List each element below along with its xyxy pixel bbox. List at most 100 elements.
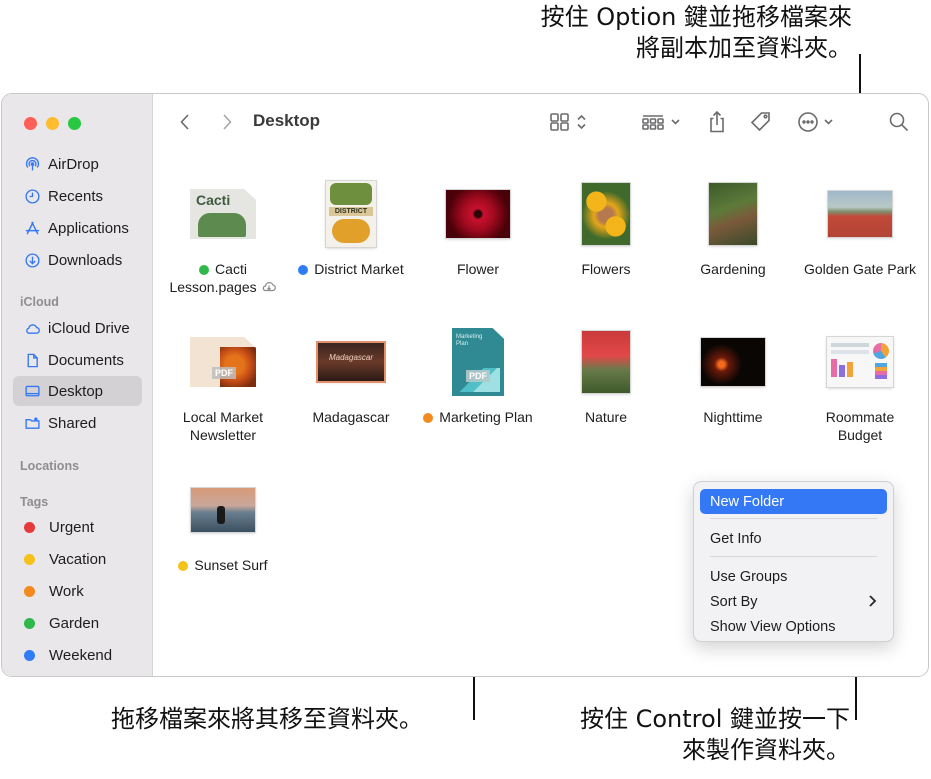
sidebar-section-icloud: iCloud — [20, 295, 59, 309]
file-label: Flowers — [581, 261, 631, 277]
poster-thumbnail: DISTRICT — [326, 181, 376, 247]
share-button[interactable] — [705, 109, 729, 135]
tag-color-dot — [24, 617, 35, 629]
file-thumbnail: Madagascar — [286, 322, 416, 402]
pdf-thumbnail: Marketing Plan PDF — [452, 328, 504, 396]
toolbar: Desktop — [153, 94, 928, 150]
cloud-icon — [22, 319, 42, 337]
callout-drag-move: 拖移檔案來將其移至資料夾。 — [111, 705, 423, 733]
file-label: District Market — [280, 260, 422, 278]
file-label: Roommate Budget — [825, 409, 895, 443]
sidebar-item-label: Vacation — [49, 550, 107, 568]
shared-folder-icon — [22, 414, 42, 432]
more-actions-button[interactable] — [796, 109, 838, 135]
file-thumbnail: Marketing Plan PDF — [413, 322, 543, 402]
sidebar-item-downloads[interactable]: Downloads — [13, 245, 142, 275]
sidebar-item-label: Work — [49, 582, 84, 600]
file-thumbnail: DISTRICT — [286, 174, 416, 254]
tag-icon — [750, 112, 770, 132]
icon-view-grid-icon — [550, 113, 586, 131]
menu-item-use-groups[interactable]: Use Groups — [700, 564, 887, 589]
photo-thumbnail — [828, 191, 892, 237]
forward-button[interactable] — [215, 109, 239, 135]
sidebar-item-icloud-drive[interactable]: iCloud Drive — [13, 313, 142, 343]
back-button[interactable] — [173, 109, 197, 135]
tag-color-dot — [24, 649, 35, 661]
sidebar-item-label: Applications — [48, 219, 129, 237]
callout-control-click: 按住 Control 鍵並按一下 來製作資料夾。 — [579, 705, 850, 764]
chevron-right-icon — [223, 114, 232, 130]
file-label: Cacti Lesson.pages — [152, 260, 294, 296]
zoom-window-button[interactable] — [68, 117, 81, 130]
sidebar-item-desktop[interactable]: Desktop — [13, 376, 142, 406]
callout-option-drag: 按住 Option 鍵並拖移檔案來 將副本加至資料夾。 — [540, 3, 852, 62]
sidebar-section-locations: Locations — [20, 459, 80, 473]
menu-item-get-info[interactable]: Get Info — [700, 526, 887, 551]
tag-color-dot — [24, 553, 35, 565]
view-mode-button[interactable] — [548, 109, 590, 135]
photo-thumbnail — [709, 183, 757, 245]
group-grid-icon — [642, 115, 680, 130]
photo-thumbnail — [191, 488, 255, 532]
sidebar-item-documents[interactable]: Documents — [13, 345, 142, 375]
menu-item-sort-by[interactable]: Sort By — [700, 589, 887, 614]
spreadsheet-thumbnail — [827, 337, 893, 387]
sidebar-item-applications[interactable]: Applications — [13, 213, 142, 243]
file-label: Marketing Plan — [407, 408, 549, 426]
chevron-right-icon — [869, 595, 877, 607]
cloud-download-icon — [262, 282, 276, 292]
close-window-button[interactable] — [24, 117, 37, 130]
file-thumbnail — [668, 174, 798, 254]
sidebar-item-recents[interactable]: Recents — [13, 181, 142, 211]
file-thumbnail — [795, 174, 925, 254]
sidebar-item-label: iCloud Drive — [48, 319, 130, 337]
chevron-left-icon — [180, 114, 189, 130]
sidebar-tag-work[interactable]: Work — [13, 576, 142, 606]
pages-document-thumbnail: Cacti — [190, 189, 256, 239]
sidebar-tag-vacation[interactable]: Vacation — [13, 544, 142, 574]
file-thumbnail: PDF — [158, 322, 288, 402]
sidebar-item-shared[interactable]: Shared — [13, 408, 142, 438]
desktop-icon — [22, 382, 42, 400]
file-label: Nature — [584, 409, 628, 425]
sidebar-item-airdrop[interactable]: AirDrop — [13, 149, 142, 179]
file-label: Madagascar — [312, 409, 390, 425]
window-title: Desktop — [253, 111, 321, 130]
file-thumbnail — [668, 322, 798, 402]
file-thumbnail — [795, 322, 925, 402]
photo-thumbnail: Madagascar — [318, 343, 384, 381]
download-icon — [22, 251, 42, 269]
sidebar-tag-weekend[interactable]: Weekend — [13, 640, 142, 670]
group-button[interactable] — [640, 109, 686, 135]
document-icon — [22, 351, 42, 369]
tag-color-dot — [423, 412, 434, 423]
sidebar-item-label: Garden — [49, 614, 100, 632]
photo-thumbnail — [582, 331, 630, 393]
file-label: Sunset Surf — [152, 556, 294, 574]
sidebar-section-tags: Tags — [20, 495, 49, 509]
photo-thumbnail — [701, 338, 765, 386]
search-icon — [889, 112, 909, 132]
file-thumbnail — [541, 322, 671, 402]
menu-separator — [710, 518, 877, 519]
sidebar-item-label: AirDrop — [48, 155, 99, 173]
menu-item-show-view-options[interactable]: Show View Options — [700, 614, 887, 639]
sidebar-tag-garden[interactable]: Garden — [13, 608, 142, 638]
sidebar-item-label: Urgent — [49, 518, 95, 536]
file-thumbnail — [413, 174, 543, 254]
menu-separator — [710, 556, 877, 557]
file-thumbnail — [541, 174, 671, 254]
tag-color-dot — [199, 264, 210, 275]
sidebar-item-label: Recents — [48, 187, 104, 205]
menu-item-new-folder[interactable]: New Folder — [700, 489, 887, 514]
sidebar-item-label: Documents — [48, 351, 124, 369]
photo-thumbnail — [446, 190, 510, 238]
search-button[interactable] — [886, 109, 912, 135]
sidebar: AirDrop Recents Applications Downloads i… — [2, 94, 153, 676]
tag-button[interactable] — [749, 109, 773, 135]
minimize-window-button[interactable] — [46, 117, 59, 130]
file-label: Gardening — [700, 261, 766, 277]
airdrop-icon — [22, 155, 42, 173]
sidebar-item-label: Desktop — [48, 382, 104, 400]
sidebar-tag-urgent[interactable]: Urgent — [13, 512, 142, 542]
